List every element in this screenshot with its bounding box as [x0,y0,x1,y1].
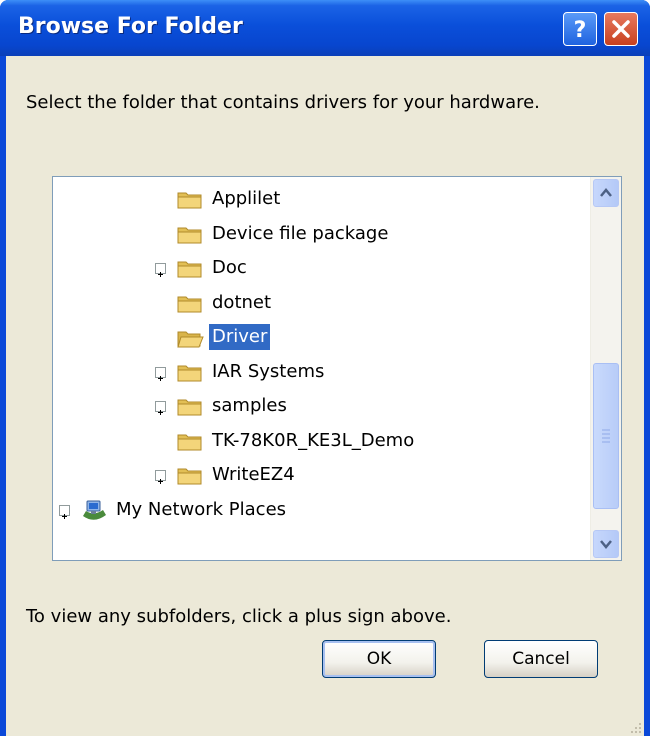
expand-plus-icon[interactable] [155,470,166,484]
window-title: Browse For Folder [18,14,243,39]
help-button[interactable]: ? [563,12,597,46]
close-icon [612,20,630,38]
tree-item[interactable]: Applilet [53,183,589,217]
tree-item[interactable]: dotnet [53,287,589,321]
tree-item-label: samples [212,395,287,416]
dialog-body: Select the folder that contains drivers … [6,56,644,736]
tree-item[interactable]: Doc [53,252,589,286]
open-folder-icon [177,331,204,348]
tree-item[interactable]: My Network Places [53,494,589,528]
scroll-down-button[interactable] [593,530,619,558]
tree-item[interactable]: TK-78K0R_KE3L_Demo [53,425,589,459]
scroll-thumb[interactable] [593,363,619,509]
folder-icon [177,399,202,416]
folder-icon [177,434,202,450]
tree-item[interactable]: WriteEZ4 [53,459,589,493]
expand-plus-icon[interactable] [155,401,166,415]
expand-plus-icon[interactable] [155,263,166,277]
tree-item-label: Doc [212,257,247,278]
folder-icon [177,261,202,278]
chevron-down-icon [600,540,612,549]
hint-text: To view any subfolders, click a plus sig… [26,606,452,627]
browse-for-folder-dialog: Browse For Folder ? Select the folder th… [0,0,650,736]
resize-grip-icon[interactable] [630,722,642,734]
tree-item-label: My Network Places [116,498,287,520]
folder-icon [177,468,202,485]
tree-item-label: Applilet [212,188,281,209]
tree-item-label: WriteEZ4 [212,464,295,485]
svg-text:?: ? [574,18,587,43]
expand-plus-icon[interactable] [155,366,166,381]
tree-item-label: Device file package [212,222,389,244]
expand-plus-icon[interactable] [59,504,70,519]
vertical-scrollbar[interactable] [590,177,621,560]
chevron-up-icon [600,188,612,197]
cancel-button[interactable]: Cancel [484,640,598,678]
folder-icon [177,296,202,312]
folder-icon [177,192,202,209]
help-icon: ? [574,18,587,43]
folder-icon [177,227,202,243]
network-places-icon [83,500,106,520]
tree-item-label: Driver [207,323,272,351]
tree-item[interactable]: Driver [53,321,589,355]
instruction-text: Select the folder that contains drivers … [26,92,540,113]
close-button[interactable] [604,12,638,46]
tree-item[interactable]: samples [53,390,589,424]
folder-tree-view[interactable]: My Network Places WriteEZ4 TK-78K0R_KE3L_D… [52,176,622,561]
folder-icon [177,365,202,381]
tree-item-label: dotnet [212,291,272,313]
ok-button[interactable]: OK [322,640,436,678]
tree-item[interactable]: Device file package [53,218,589,252]
grip-lines-icon [602,429,610,443]
title-bar[interactable]: Browse For Folder ? [0,0,650,56]
tree-item-label: TK-78K0R_KE3L_Demo [212,429,415,451]
tree-item-label: IAR Systems [212,360,325,382]
tree-item[interactable]: IAR Systems [53,356,589,390]
scroll-up-button[interactable] [593,179,619,207]
